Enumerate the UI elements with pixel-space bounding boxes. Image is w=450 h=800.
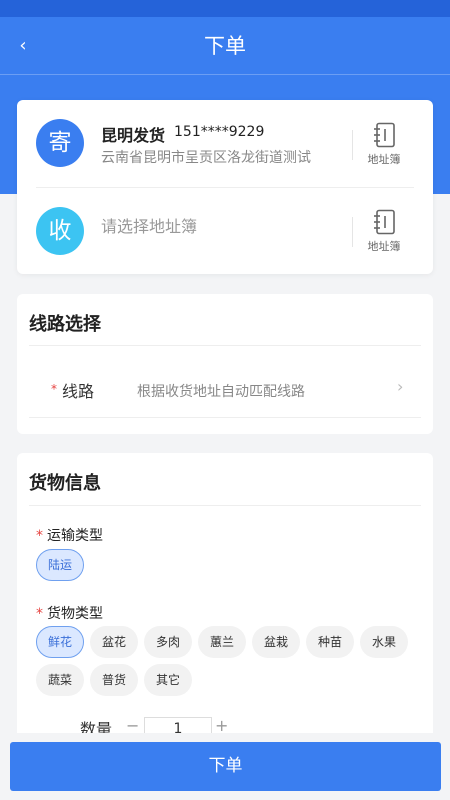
divider [29,417,421,418]
chevron-right-icon[interactable]: › [397,377,403,396]
divider [29,345,421,346]
address-book-label: 地址簿 [367,153,401,166]
cargo-option[interactable]: 种苗 [306,626,354,658]
route-label: * 线路 [51,378,95,402]
receiver-badge: 收 [36,207,84,255]
route-hint: 根据收货地址自动匹配线路 [137,384,305,400]
divider [29,505,421,506]
cargo-option[interactable]: 盆栽 [252,626,300,658]
goods-section-title: 货物信息 [29,473,101,494]
required-mark: * [36,528,43,544]
nav-bar: ‹ 下单 [0,17,450,75]
sender-name[interactable]: 昆明发货 [101,122,165,146]
cargo-type-label: * 货物类型 [36,603,103,623]
divider [352,217,353,247]
cargo-option[interactable]: 水果 [360,626,408,658]
divider [36,187,414,188]
sender-address[interactable]: 云南省昆明市呈贡区洛龙街道测试 [101,147,311,167]
address-book-icon [374,122,395,148]
address-card: 寄 昆明发货 151****9229 云南省昆明市呈贡区洛龙街道测试 地址簿 收… [17,100,433,274]
transport-option-land[interactable]: 陆运 [36,549,84,581]
cargo-option[interactable]: 鲜花 [36,626,84,658]
route-section-title: 线路选择 [29,314,101,335]
status-bar [0,0,450,17]
cargo-option[interactable]: 蔬菜 [36,664,84,696]
transport-type-label-text: 运输类型 [47,528,103,544]
route-label-text: 线路 [62,382,95,401]
cargo-option[interactable]: 多肉 [144,626,192,658]
address-book-icon [374,209,395,235]
required-mark: * [36,606,43,622]
sender-badge: 寄 [36,119,84,167]
required-mark: * [51,382,57,396]
submit-order-button[interactable]: 下单 [10,742,441,791]
cargo-option[interactable]: 蕙兰 [198,626,246,658]
receiver-address-book-button[interactable]: 地址簿 [362,209,406,257]
cargo-type-label-text: 货物类型 [47,606,103,622]
transport-type-label: * 运输类型 [36,525,103,545]
cargo-option[interactable]: 普货 [90,664,138,696]
cargo-option[interactable]: 其它 [144,664,192,696]
page-title: 下单 [204,34,246,58]
receiver-address-placeholder[interactable]: 请选择地址簿 [101,213,197,237]
cargo-option[interactable]: 盆花 [90,626,138,658]
sender-phone: 151****9229 [174,124,265,140]
sender-address-book-button[interactable]: 地址簿 [362,122,406,170]
address-book-label: 地址簿 [367,240,401,253]
divider [352,130,353,160]
